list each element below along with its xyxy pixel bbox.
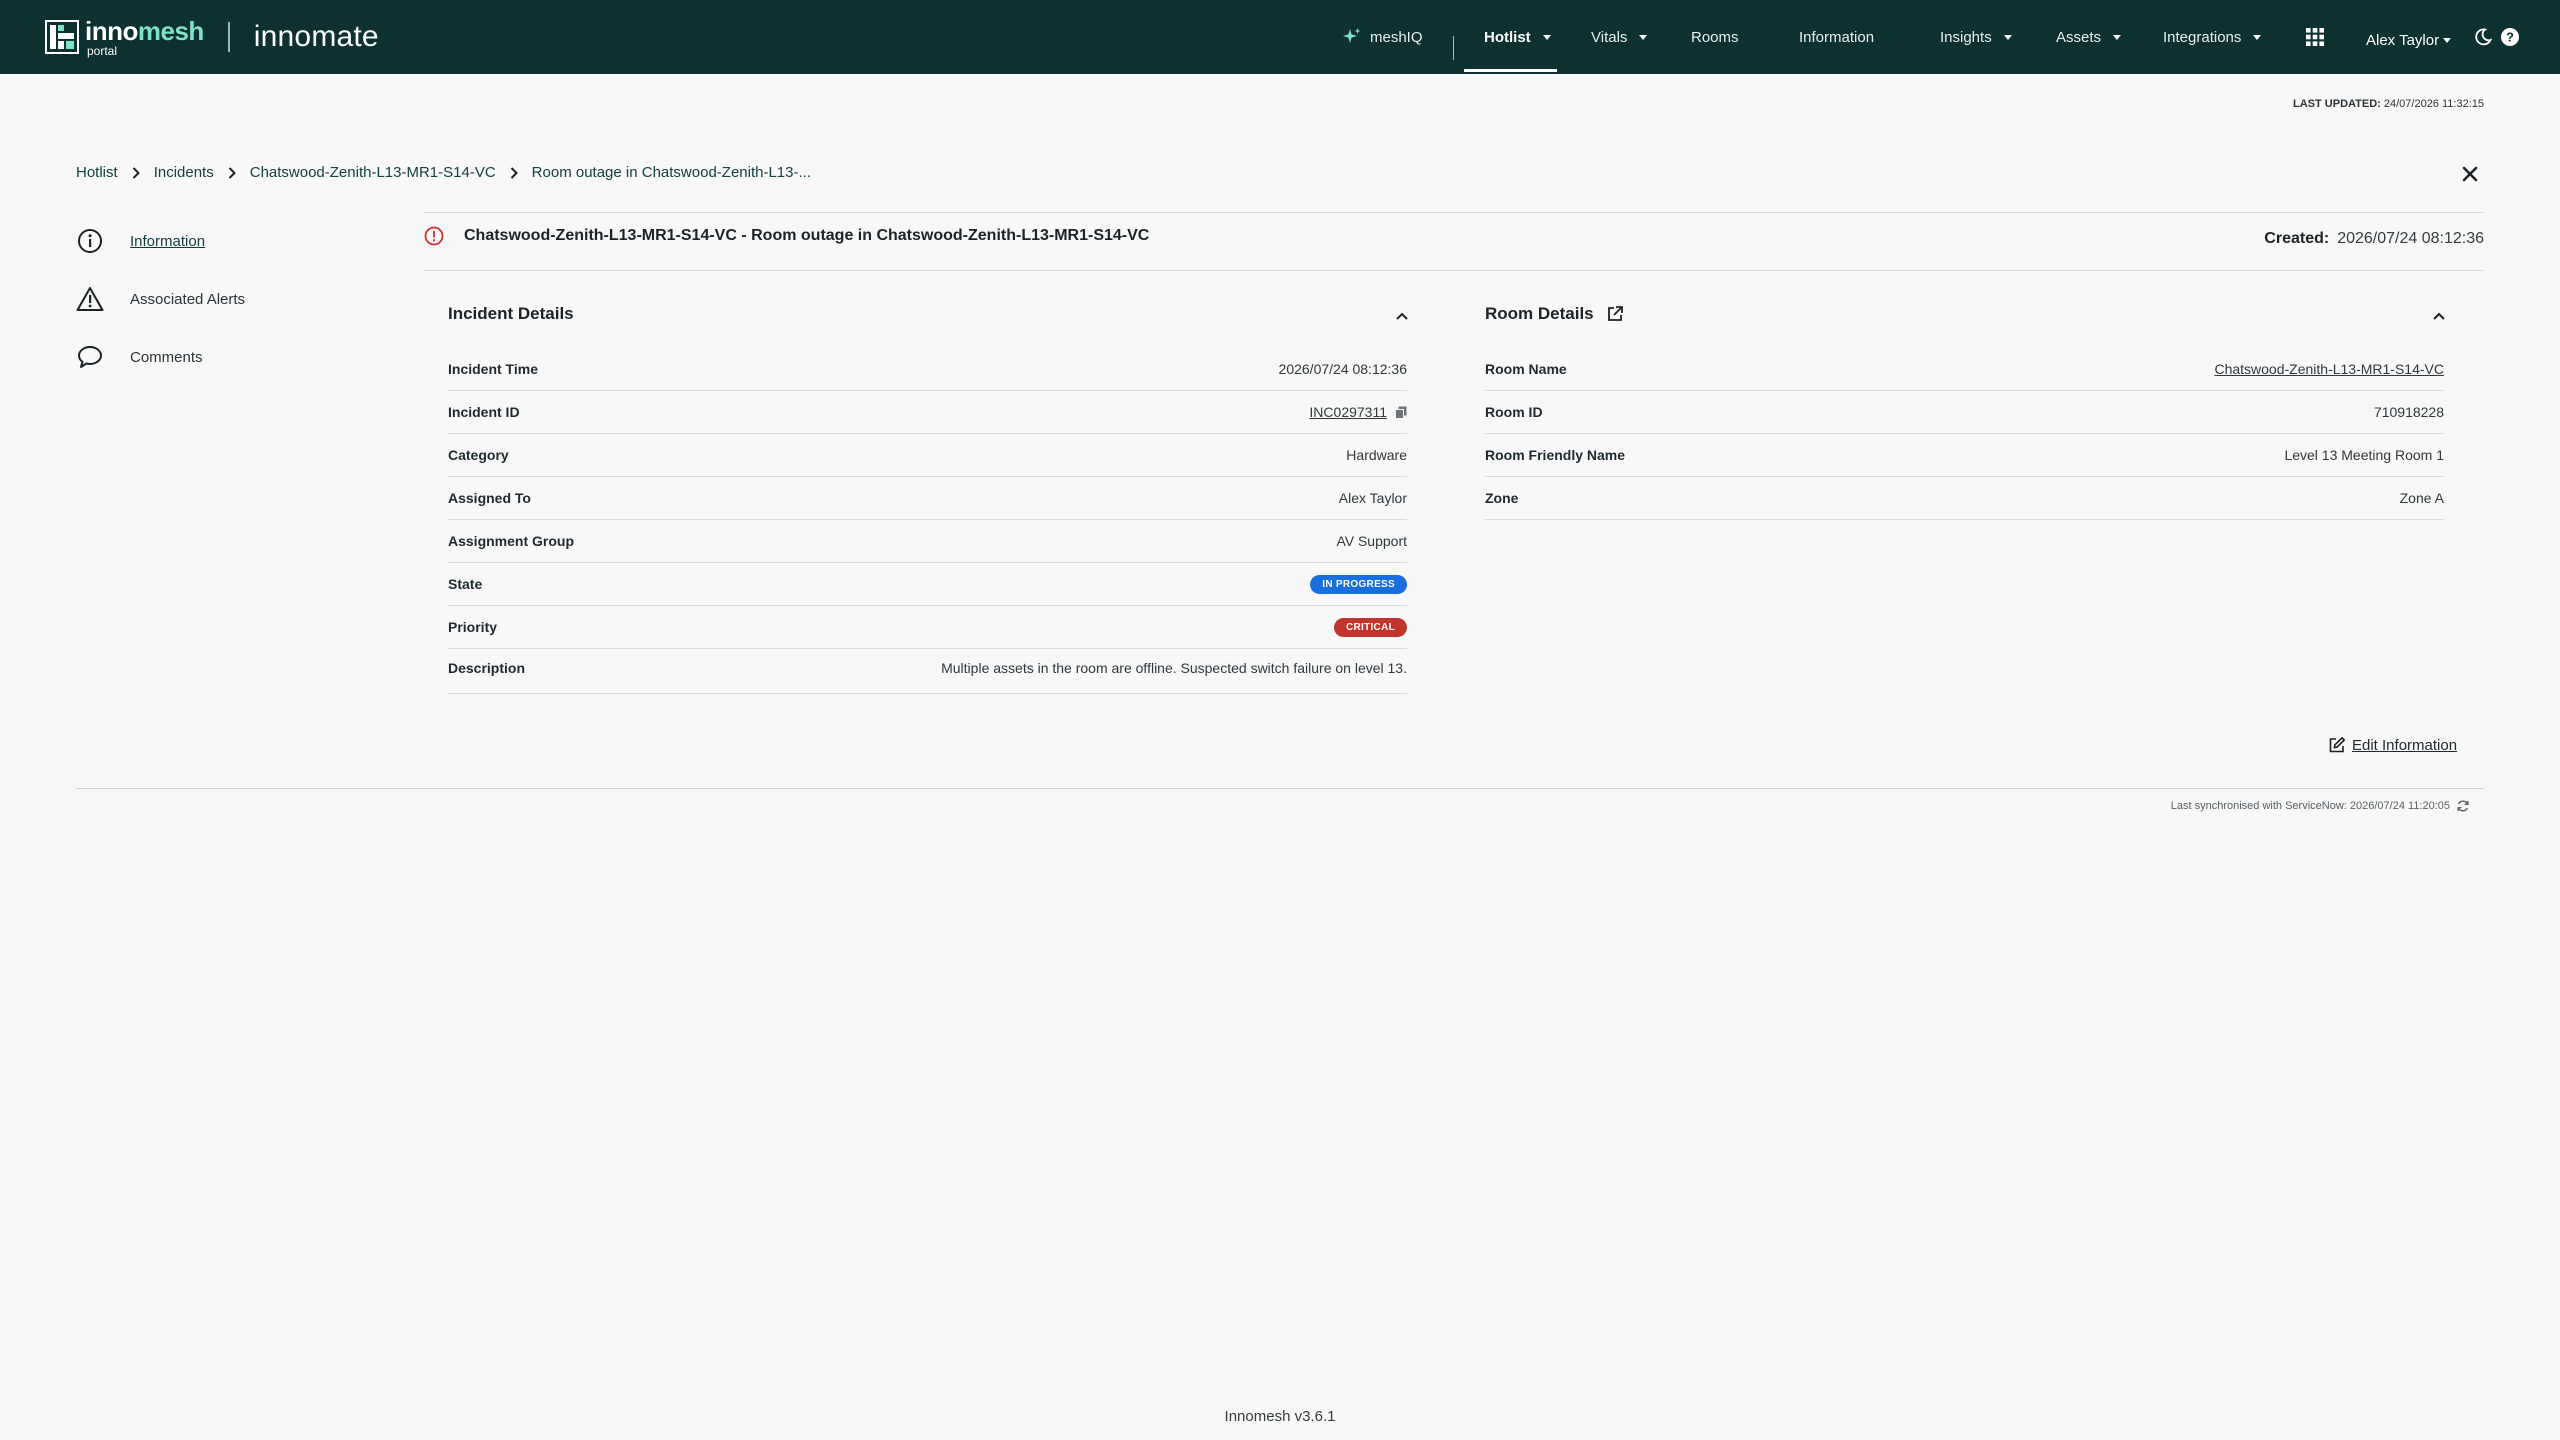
room-name-link[interactable]: Chatswood-Zenith-L13-MR1-S14-VC — [2214, 361, 2444, 377]
caret-down-icon — [1542, 34, 1551, 40]
room-details-heading: Room Details — [1485, 304, 1624, 324]
sidebar-item-comments[interactable]: Comments — [76, 343, 203, 371]
table-row: Assigned To Alex Taylor — [448, 477, 1407, 520]
brand[interactable]: innomesh portal innomate — [0, 0, 379, 74]
top-navigation-bar: innomesh portal innomate meshIQ Hotlist … — [0, 0, 2560, 74]
table-row: State IN PROGRESS — [448, 563, 1407, 606]
table-row: Room Name Chatswood-Zenith-L13-MR1-S14-V… — [1485, 348, 2444, 391]
table-row: Incident ID INC0297311 — [448, 391, 1407, 434]
last-updated: LAST UPDATED: 24/07/2026 11:32:15 — [2293, 98, 2484, 110]
breadcrumb-hotlist[interactable]: Hotlist — [76, 164, 118, 181]
innomesh-logo-icon — [45, 20, 79, 54]
table-row: Incident Time 2026/07/24 08:12:36 — [448, 348, 1407, 391]
external-link-icon[interactable] — [1606, 305, 1624, 323]
chevron-up-icon — [2433, 312, 2445, 320]
close-button[interactable] — [2456, 160, 2484, 188]
edit-icon — [2329, 737, 2345, 753]
nav-rooms[interactable]: Rooms — [1691, 0, 1739, 74]
footer-version: Innomesh v3.6.1 — [1224, 1408, 1336, 1425]
incident-title: Chatswood-Zenith-L13-MR1-S14-VC - Room o… — [424, 226, 1149, 246]
alert-circle-icon — [424, 226, 444, 246]
nav-meshiq[interactable]: meshIQ — [1342, 0, 1423, 74]
chevron-right-icon — [132, 166, 140, 179]
nav-information[interactable]: Information — [1799, 0, 1874, 74]
help-icon: ? — [2501, 28, 2519, 46]
svg-text:?: ? — [2506, 30, 2514, 45]
sync-status: Last synchronised with ServiceNow: 2026/… — [2171, 799, 2470, 813]
table-row: Category Hardware — [448, 434, 1407, 477]
nav-separator — [1453, 36, 1454, 60]
divider — [76, 788, 2484, 789]
chevron-right-icon — [510, 166, 518, 179]
sidebar-item-information[interactable]: Information — [76, 227, 205, 255]
breadcrumb-room[interactable]: Chatswood-Zenith-L13-MR1-S14-VC — [250, 164, 496, 181]
caret-down-icon — [1639, 34, 1648, 40]
brand-subtitle: portal — [87, 43, 118, 58]
apps-grid-button[interactable] — [2306, 0, 2324, 74]
theme-toggle-button[interactable] — [2474, 0, 2492, 74]
refresh-icon[interactable] — [2456, 799, 2470, 813]
close-icon — [2462, 166, 2478, 182]
warning-icon — [76, 285, 104, 313]
state-badge: IN PROGRESS — [1310, 574, 1407, 594]
nav-vitals[interactable]: Vitals — [1591, 0, 1648, 74]
moon-icon — [2475, 28, 2492, 46]
help-button[interactable]: ? — [2500, 0, 2520, 74]
user-menu[interactable]: Alex Taylor — [2366, 3, 2452, 77]
breadcrumb-current: Room outage in Chatswood-Zenith-L13-... — [531, 164, 811, 181]
nav-insights[interactable]: Insights — [1940, 0, 2012, 74]
sparkle-icon — [1343, 28, 1361, 43]
table-row: Zone Zone A — [1485, 477, 2444, 520]
incident-id-link[interactable]: INC0297311 — [1309, 404, 1387, 420]
caret-down-icon — [2113, 34, 2122, 40]
info-icon — [76, 227, 104, 255]
breadcrumb: Hotlist Incidents Chatswood-Zenith-L13-M… — [76, 164, 811, 181]
brand-name: innomesh — [85, 15, 204, 46]
comment-icon — [76, 343, 104, 371]
table-row: Priority CRITICAL — [448, 606, 1407, 649]
chevron-up-icon — [1396, 312, 1408, 320]
caret-down-icon — [2253, 34, 2262, 40]
nav-assets[interactable]: Assets — [2056, 0, 2122, 74]
breadcrumb-incidents[interactable]: Incidents — [154, 164, 214, 181]
divider — [424, 212, 2484, 213]
room-details-collapse-button[interactable] — [2429, 306, 2449, 326]
incident-details-collapse-button[interactable] — [1392, 306, 1412, 326]
apps-grid-icon — [2306, 28, 2324, 46]
table-row: Assignment Group AV Support — [448, 520, 1407, 563]
caret-down-icon — [2443, 37, 2452, 43]
priority-badge: CRITICAL — [1333, 617, 1407, 637]
divider — [424, 270, 2484, 271]
incident-details-heading: Incident Details — [448, 304, 574, 323]
sidebar-item-associated-alerts[interactable]: Associated Alerts — [76, 285, 245, 313]
created-timestamp: Created: 2026/07/24 08:12:36 — [2264, 230, 2484, 247]
table-row: Room ID 710918228 — [1485, 391, 2444, 434]
brand-divider — [227, 22, 230, 52]
table-row: Description Multiple assets in the room … — [448, 649, 1407, 694]
chevron-right-icon — [228, 166, 236, 179]
nav-hotlist[interactable]: Hotlist — [1464, 0, 1557, 74]
edit-information-button[interactable]: Edit Information — [2328, 736, 2457, 754]
table-row: Room Friendly Name Level 13 Meeting Room… — [1485, 434, 2444, 477]
caret-down-icon — [2003, 34, 2012, 40]
copy-icon[interactable] — [1395, 406, 1407, 419]
app-name: innomate — [253, 20, 379, 53]
nav-integrations[interactable]: Integrations — [2163, 0, 2262, 74]
